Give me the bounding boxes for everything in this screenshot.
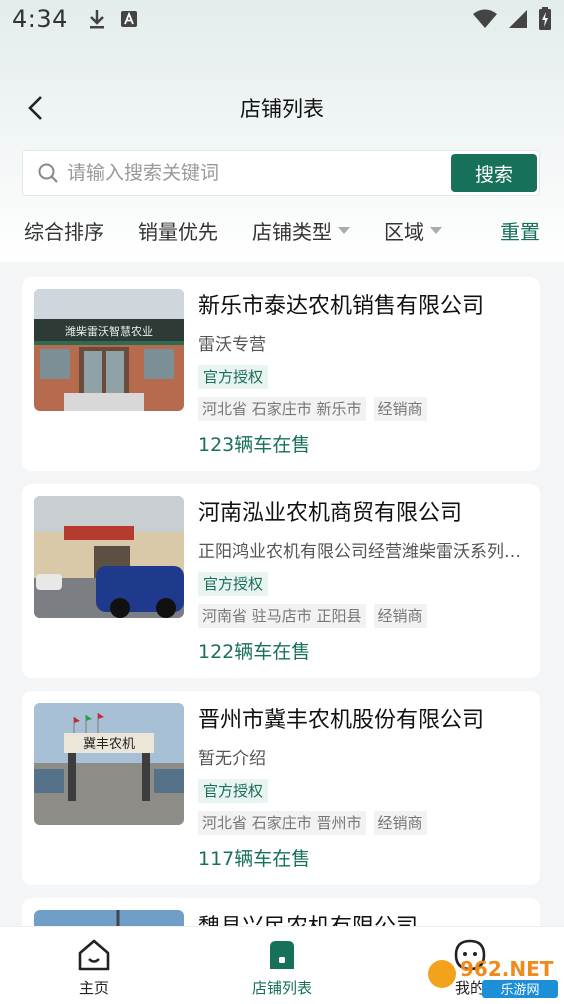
shop-location-tag: 河南省 驻马店市 正阳县 [198, 604, 366, 628]
dropdown-triangle-icon [338, 226, 350, 234]
battery-icon [539, 7, 551, 30]
wifi-icon [473, 9, 497, 28]
search-bar: 搜索 [22, 150, 540, 196]
shop-name: 晋州市冀丰农机股份有限公司 [198, 708, 485, 733]
filter-reset-button[interactable]: 重置 [500, 216, 540, 245]
dropdown-triangle-icon [430, 226, 442, 234]
shop-type-tag: 经销商 [373, 397, 427, 421]
shop-image [34, 496, 184, 618]
shop-sign-text: 潍柴雷沃智慧农业 [65, 324, 153, 338]
cars-on-sale: 122辆车在售 [198, 641, 311, 663]
tab-shop-list-label: 店铺列表 [251, 979, 312, 997]
cars-on-sale: 117辆车在售 [198, 848, 311, 870]
shop-description: 暂无介绍 [198, 749, 266, 769]
shop-description: 正阳鸿业农机有限公司经营潍柴雷沃系列… [198, 542, 521, 562]
shop-name: 新乐市泰达农机销售有限公司 [198, 294, 485, 319]
filter-sales-label: 销量优先 [138, 219, 218, 244]
home-icon [78, 939, 110, 971]
search-button[interactable]: 搜索 [451, 154, 537, 192]
tab-shop-list[interactable]: 店铺列表 [188, 927, 376, 1004]
filter-region[interactable]: 区域 [384, 216, 442, 245]
shop-image: 冀丰农机 [34, 703, 184, 825]
filter-sales-priority[interactable]: 销量优先 [138, 216, 218, 245]
shop-location-tag: 河北省 石家庄市 晋州市 [198, 811, 366, 835]
watermark-bottom-text: 乐游网 [500, 983, 539, 998]
shop-type-tag: 经销商 [373, 811, 427, 835]
watermark-top-text: 962.NET [460, 957, 554, 981]
official-authorized-badge: 官方授权 [198, 365, 269, 389]
official-authorized-badge: 官方授权 [198, 572, 269, 596]
watermark-logo: 962.NET 乐游网 [426, 950, 560, 998]
download-icon [89, 10, 104, 29]
tab-home[interactable]: 主页 [0, 927, 188, 1004]
shop-image: 潍柴雷沃智慧农业 [34, 289, 184, 411]
filter-comprehensive-label: 综合排序 [24, 219, 104, 244]
search-icon [38, 163, 58, 183]
tab-home-label: 主页 [78, 979, 109, 997]
back-button[interactable] [18, 90, 54, 126]
official-authorized-badge: 官方授权 [198, 779, 269, 803]
search-input[interactable] [67, 151, 451, 195]
status-time: 4:34 [12, 5, 68, 33]
shop-sign-text: 冀丰农机 [83, 736, 135, 752]
cars-on-sale: 123辆车在售 [198, 434, 311, 456]
page-header: 店铺列表 [0, 84, 564, 132]
filter-shop-type-label: 店铺类型 [252, 219, 332, 244]
back-arrow-icon [28, 96, 42, 120]
shop-location-tag: 河北省 石家庄市 新乐市 [198, 397, 366, 421]
shop-name: 河南泓业农机商贸有限公司 [198, 501, 463, 526]
status-bar: 4:34 [0, 0, 564, 38]
filter-shop-type[interactable]: 店铺类型 [252, 216, 350, 245]
shop-list: 潍柴雷沃智慧农业 新乐市泰达农机销售有限公司 雷沃专营 官方授权 河北省 石家庄… [22, 277, 540, 971]
a-notification-icon [120, 11, 137, 27]
signal-icon [509, 10, 527, 28]
filter-reset-label: 重置 [500, 219, 540, 244]
shop-type-tag: 经销商 [373, 604, 427, 628]
shop-description: 雷沃专营 [198, 335, 266, 355]
page-title: 店铺列表 [240, 97, 324, 121]
filter-comprehensive-sort[interactable]: 综合排序 [24, 216, 104, 245]
shop-icon [270, 941, 294, 969]
filter-region-label: 区域 [384, 219, 424, 244]
shop-card[interactable]: 冀丰农机 晋州市冀丰农机股份有限公司 暂无介绍 官方授权 河北省 石家庄市 晋州… [22, 691, 540, 885]
shop-card[interactable]: 河南泓业农机商贸有限公司 正阳鸿业农机有限公司经营潍柴雷沃系列… 官方授权 河南… [22, 484, 540, 678]
shop-card[interactable]: 潍柴雷沃智慧农业 新乐市泰达农机销售有限公司 雷沃专营 官方授权 河北省 石家庄… [22, 277, 540, 471]
filter-bar: 综合排序 销量优先 店铺类型 区域 重置 [0, 210, 564, 250]
